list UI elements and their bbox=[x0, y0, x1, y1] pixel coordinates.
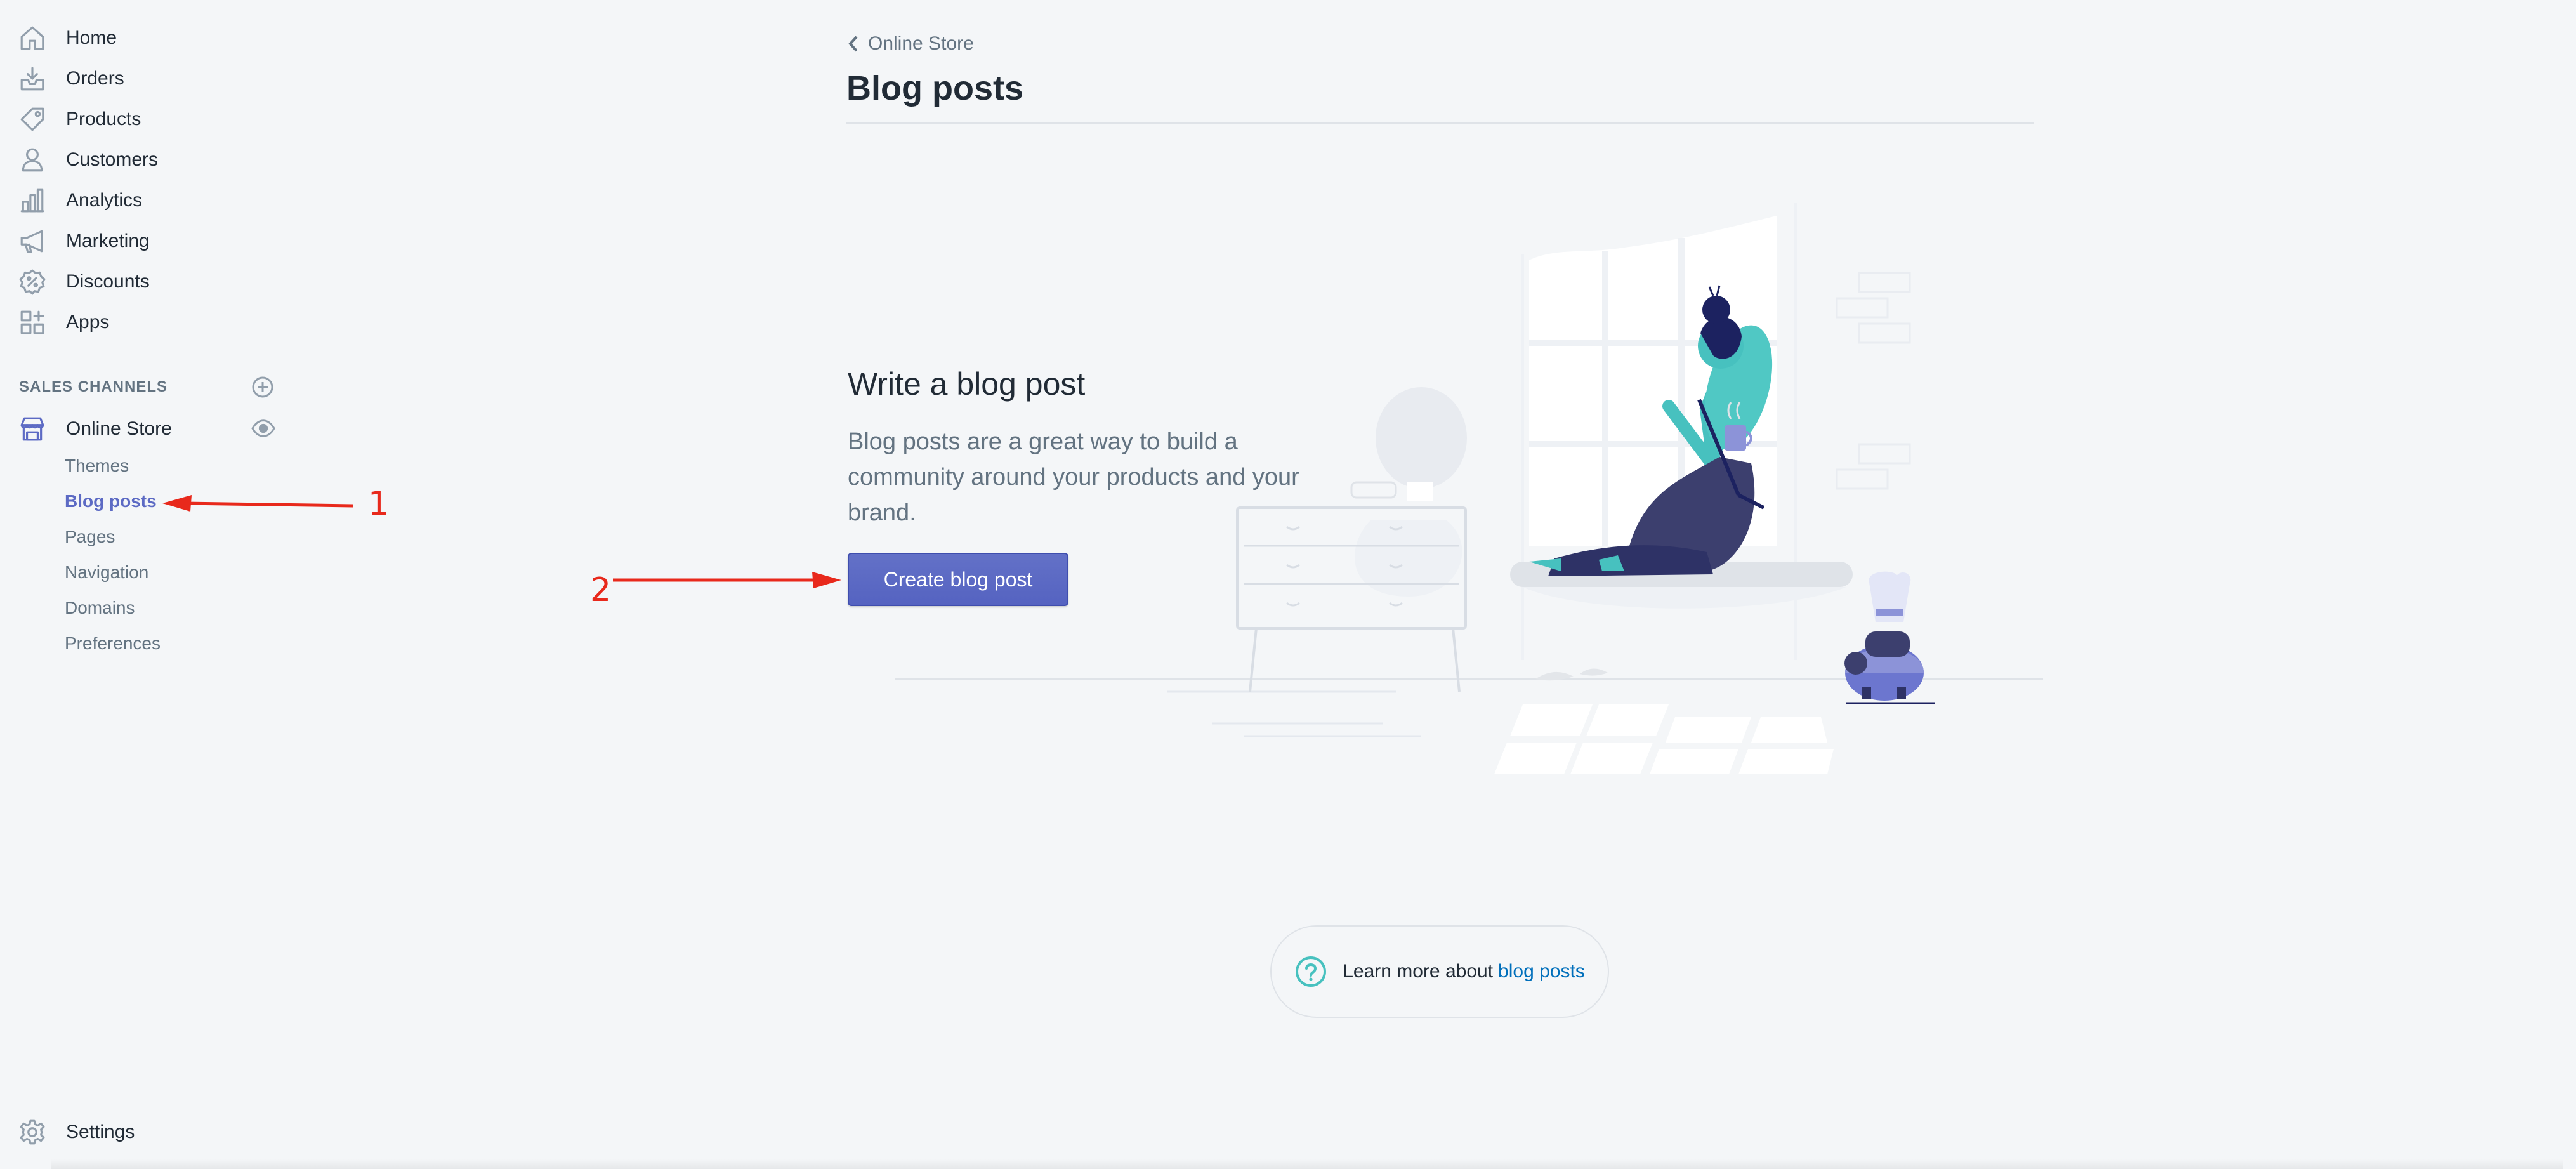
annotation-label-2: 2 bbox=[590, 571, 612, 609]
empty-state-heading: Write a blog post bbox=[848, 366, 1086, 402]
page-title: Blog posts bbox=[846, 69, 1023, 107]
empty-state-description: Blog posts are a great way to build a co… bbox=[848, 428, 1299, 526]
question-circle-icon bbox=[1296, 956, 1327, 987]
breadcrumb-label: Online Store bbox=[868, 33, 974, 54]
annotation-label-1: 1 bbox=[368, 485, 390, 523]
breadcrumb-back-link[interactable]: Online Store bbox=[846, 33, 974, 55]
blog-posts-help-link[interactable]: blog posts bbox=[1498, 961, 1585, 982]
title-divider bbox=[846, 122, 2034, 124]
arrow-1 bbox=[162, 495, 353, 512]
learn-more-text: Learn more about bbox=[1343, 961, 1494, 982]
chevron-left-icon bbox=[848, 36, 858, 52]
create-blog-post-button[interactable]: Create blog post bbox=[848, 553, 1068, 606]
arrow-2 bbox=[613, 572, 841, 588]
bottom-edge-shadow bbox=[51, 1159, 2563, 1169]
learn-more-footer: Learn more about blog posts bbox=[1270, 925, 1609, 1018]
